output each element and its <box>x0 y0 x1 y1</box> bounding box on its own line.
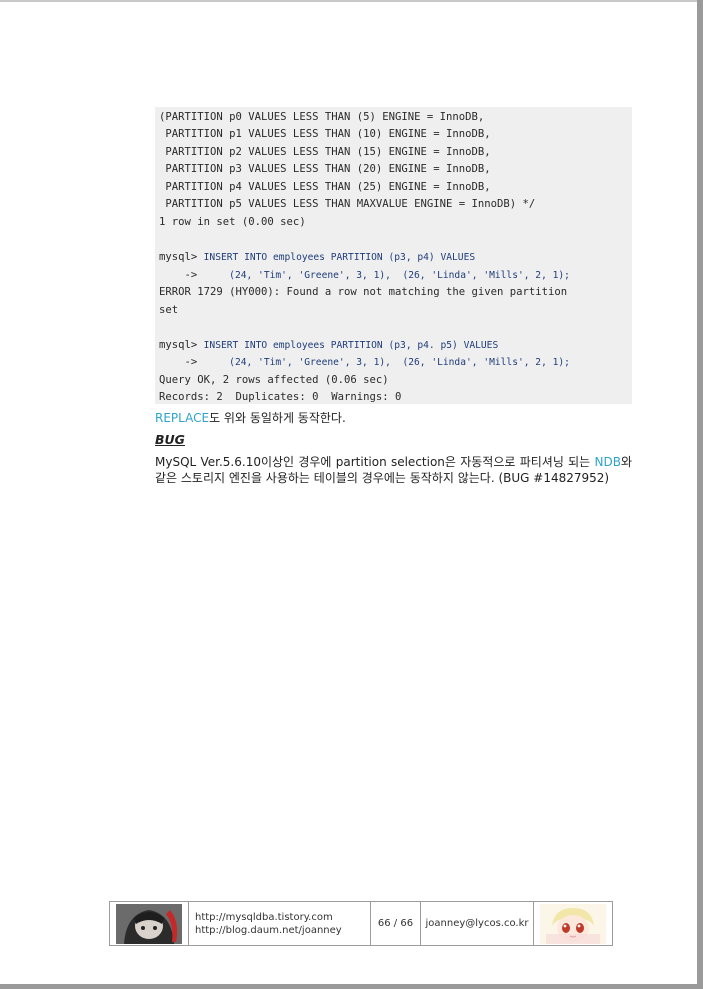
code-line: PARTITION p5 VALUES LESS THAN MAXVALUE E… <box>159 198 536 210</box>
code-line-insert-2: mysql> INSERT INTO employees PARTITION (… <box>159 339 498 352</box>
author-email[interactable]: joanney@lycos.co.kr <box>421 902 534 945</box>
footer-urls: http://mysqldba.tistory.com http://blog.… <box>189 902 371 945</box>
error-message: ERROR 1729 (HY000): Found a row not matc… <box>159 286 568 298</box>
page-footer: http://mysqldba.tistory.com http://blog.… <box>109 901 613 946</box>
sql-values: (24, 'Tim', 'Greene', 3, 1), (26, 'Linda… <box>229 270 570 281</box>
blog-url-1[interactable]: http://mysqldba.tistory.com <box>195 911 333 924</box>
footer-avatar-right <box>534 902 612 945</box>
sql-insert-statement: INSERT INTO employees PARTITION (p3, p4.… <box>203 340 499 351</box>
code-line: PARTITION p3 VALUES LESS THAN (20) ENGIN… <box>159 163 491 175</box>
code-block: (PARTITION p0 VALUES LESS THAN (5) ENGIN… <box>155 107 632 404</box>
code-line-insert-1: mysql> INSERT INTO employees PARTITION (… <box>159 251 475 264</box>
continuation-arrow: -> <box>159 356 230 368</box>
bug-text-1: MySQL Ver.5.6.10이상인 경우에 partition select… <box>155 455 595 469</box>
code-line: (PARTITION p0 VALUES LESS THAN (5) ENGIN… <box>159 111 485 123</box>
code-line-values-1: -> (24, 'Tim', 'Greene', 3, 1), (26, 'Li… <box>159 269 570 282</box>
code-line: PARTITION p1 VALUES LESS THAN (10) ENGIN… <box>159 128 491 140</box>
ndb-link[interactable]: NDB <box>595 455 621 469</box>
page-top-edge <box>0 0 697 2</box>
character-avatar-icon <box>116 903 182 944</box>
code-line-values-2: -> (24, 'Tim', 'Greene', 3, 1), (26, 'Li… <box>159 356 570 369</box>
continuation-arrow: -> <box>159 269 230 281</box>
records-line: Records: 2 Duplicates: 0 Warnings: 0 <box>159 391 402 403</box>
replace-link[interactable]: REPLACE <box>155 411 209 425</box>
bug-heading: BUG <box>155 432 185 447</box>
replace-note-text: 도 위와 동일하게 동작한다. <box>209 411 346 425</box>
bug-heading-wrap: BUG <box>155 432 632 448</box>
chibi-character-icon <box>540 903 606 944</box>
sql-insert-statement: INSERT INTO employees PARTITION (p3, p4)… <box>203 252 476 263</box>
query-ok-line: Query OK, 2 rows affected (0.06 sec) <box>159 374 389 386</box>
replace-note: REPLACE도 위와 동일하게 동작한다. <box>155 410 632 426</box>
page-number: 66 / 66 <box>371 902 421 945</box>
blog-url-2[interactable]: http://blog.daum.net/joanney <box>195 924 342 937</box>
sql-values: (24, 'Tim', 'Greene', 3, 1), (26, 'Linda… <box>229 357 570 368</box>
code-line: 1 row in set (0.00 sec) <box>159 216 306 228</box>
code-line: PARTITION p4 VALUES LESS THAN (25) ENGIN… <box>159 181 491 193</box>
code-line: PARTITION p2 VALUES LESS THAN (15) ENGIN… <box>159 146 491 158</box>
mysql-prompt: mysql> <box>159 339 204 351</box>
footer-avatar-left <box>110 902 189 945</box>
bug-paragraph: MySQL Ver.5.6.10이상인 경우에 partition select… <box>155 454 632 486</box>
error-message-cont: set <box>159 304 179 316</box>
page-right-shadow <box>697 0 703 989</box>
mysql-prompt: mysql> <box>159 251 204 263</box>
page-bottom-shadow <box>0 984 703 989</box>
